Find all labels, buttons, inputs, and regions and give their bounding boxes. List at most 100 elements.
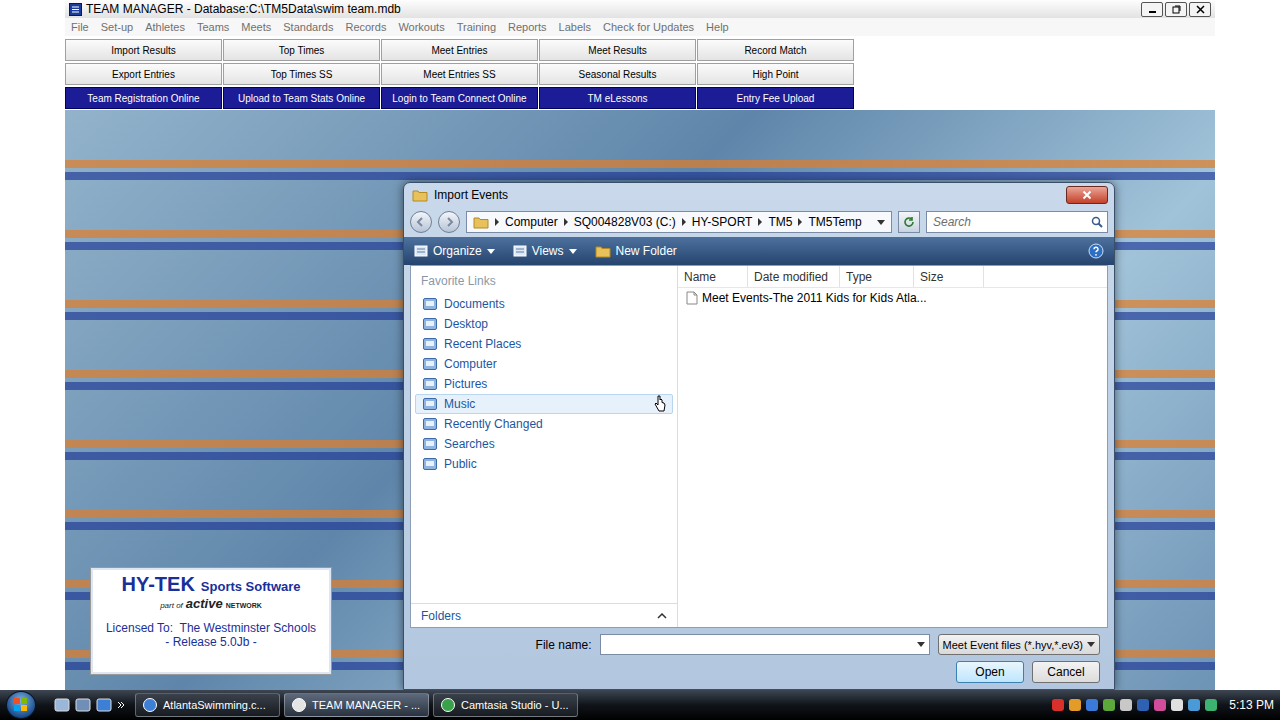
menu-item[interactable]: Workouts bbox=[398, 21, 444, 33]
favorite-link[interactable]: Public bbox=[415, 454, 673, 474]
quick-button[interactable]: Meet Entries bbox=[381, 39, 538, 61]
menu-item[interactable]: Help bbox=[706, 21, 729, 33]
dialog-button[interactable]: Open bbox=[956, 661, 1024, 683]
task-button[interactable]: TEAM MANAGER - ... bbox=[284, 693, 429, 717]
favorite-link[interactable]: Documents bbox=[415, 294, 673, 314]
dialog-footer: File name:Meet Event files (*.hyv,*.ev3)… bbox=[404, 628, 1114, 689]
menu-item[interactable]: File bbox=[71, 21, 89, 33]
help-button[interactable] bbox=[1088, 243, 1104, 259]
chevron-right-icon bbox=[563, 218, 569, 226]
search-box bbox=[926, 211, 1108, 233]
breadcrumb-item[interactable]: Computer bbox=[505, 215, 558, 229]
tray-icon[interactable] bbox=[1170, 698, 1184, 712]
logo-network-name: active bbox=[186, 596, 223, 611]
breadcrumb-item[interactable]: TM5Temp bbox=[808, 215, 861, 229]
column-header[interactable]: Date modified bbox=[748, 266, 840, 287]
quick-button[interactable]: Record Match bbox=[697, 39, 854, 61]
quick-button[interactable]: Entry Fee Upload bbox=[697, 87, 854, 109]
chevron-right-icon bbox=[494, 218, 500, 226]
favorite-link[interactable]: Searches bbox=[415, 434, 673, 454]
link-icon bbox=[422, 337, 438, 351]
windows-logo-icon bbox=[14, 698, 28, 712]
quick-button[interactable]: Seasonal Results bbox=[539, 63, 696, 85]
menu-item[interactable]: Meets bbox=[241, 21, 271, 33]
quick-button[interactable]: Login to Team Connect Online bbox=[381, 87, 538, 109]
minimize-button[interactable] bbox=[1141, 2, 1163, 17]
breadcrumb[interactable]: Computer SQ004828V03 (C:) HY-SPORT TM5 TM5Te… bbox=[466, 211, 892, 233]
more-chevron-icon[interactable] bbox=[117, 701, 125, 709]
menu-item[interactable]: Standards bbox=[283, 21, 333, 33]
close-button[interactable] bbox=[1189, 2, 1211, 17]
start-button[interactable] bbox=[6, 691, 36, 719]
tray-icon[interactable] bbox=[1068, 698, 1082, 712]
task-button[interactable]: Camtasia Studio - U... bbox=[433, 693, 578, 717]
tray-icon[interactable] bbox=[1085, 698, 1099, 712]
dialog-close-button[interactable] bbox=[1066, 186, 1108, 204]
tray-icon[interactable] bbox=[1051, 698, 1065, 712]
search-icon bbox=[1091, 216, 1103, 228]
quick-button[interactable]: Meet Entries SS bbox=[381, 63, 538, 85]
quick-button[interactable]: Export Entries bbox=[65, 63, 222, 85]
menu-item[interactable]: Teams bbox=[197, 21, 229, 33]
quick-button[interactable]: Top Times SS bbox=[223, 63, 380, 85]
task-icon bbox=[142, 697, 158, 713]
favorite-label: Recent Places bbox=[444, 337, 521, 351]
menu-item[interactable]: Athletes bbox=[145, 21, 185, 33]
menu-item[interactable]: Set-up bbox=[101, 21, 133, 33]
favorite-link[interactable]: Desktop bbox=[415, 314, 673, 334]
search-input[interactable] bbox=[931, 214, 1091, 230]
tray-icon[interactable] bbox=[1204, 698, 1218, 712]
column-header[interactable]: Size bbox=[914, 266, 984, 287]
toolbar-icon bbox=[513, 245, 527, 257]
quick-button[interactable]: Upload to Team Stats Online bbox=[223, 87, 380, 109]
favorite-link[interactable]: Computer bbox=[415, 354, 673, 374]
maximize-button[interactable] bbox=[1165, 2, 1187, 17]
favorite-link[interactable]: Recent Places bbox=[415, 334, 673, 354]
title-bar: TEAM MANAGER - Database:C:\TM5Data\swim … bbox=[65, 0, 1215, 18]
task-button[interactable]: AtlantaSwimming.c... bbox=[135, 693, 280, 717]
task-label: AtlantaSwimming.c... bbox=[163, 699, 266, 711]
file-name-input[interactable] bbox=[601, 635, 913, 654]
favorite-link[interactable]: Recently Changed bbox=[415, 414, 673, 434]
clock[interactable]: 5:13 PM bbox=[1229, 698, 1274, 712]
quick-button[interactable]: High Point bbox=[697, 63, 854, 85]
breadcrumb-item[interactable]: TM5 bbox=[768, 215, 792, 229]
favorite-link[interactable]: Music bbox=[415, 394, 673, 414]
quick-button[interactable]: Import Results bbox=[65, 39, 222, 61]
column-header[interactable]: Name bbox=[678, 266, 748, 287]
tray-icon[interactable] bbox=[1119, 698, 1133, 712]
quick-launch-icon[interactable] bbox=[75, 697, 91, 713]
tray-icon[interactable] bbox=[1153, 698, 1167, 712]
refresh-button[interactable] bbox=[898, 211, 920, 233]
back-button[interactable] bbox=[410, 211, 432, 233]
breadcrumb-item[interactable]: SQ004828V03 (C:) bbox=[574, 215, 676, 229]
breadcrumb-item[interactable]: HY-SPORT bbox=[692, 215, 753, 229]
file-row[interactable]: Meet Events-The 2011 Kids for Kids Atla.… bbox=[678, 288, 1107, 308]
tray-icon[interactable] bbox=[1187, 698, 1201, 712]
quick-launch-icon[interactable] bbox=[54, 697, 70, 713]
mouse-cursor-icon bbox=[654, 395, 666, 413]
menu-item[interactable]: Training bbox=[457, 21, 496, 33]
favorite-link[interactable]: Pictures bbox=[415, 374, 673, 394]
menu-item[interactable]: Reports bbox=[508, 21, 547, 33]
menu-item[interactable]: Labels bbox=[559, 21, 591, 33]
column-header[interactable]: Type bbox=[840, 266, 914, 287]
toolbar-button[interactable]: Views bbox=[513, 244, 577, 258]
quick-launch-icon[interactable] bbox=[96, 697, 112, 713]
quick-button[interactable]: Top Times bbox=[223, 39, 380, 61]
toolbar-button[interactable]: Organize bbox=[414, 244, 495, 258]
toolbar-button[interactable]: New Folder bbox=[595, 244, 677, 258]
quick-button[interactable]: Team Registration Online bbox=[65, 87, 222, 109]
quick-button[interactable]: TM eLessons bbox=[539, 87, 696, 109]
menu-item[interactable]: Records bbox=[345, 21, 386, 33]
menu-item[interactable]: Check for Updates bbox=[603, 21, 694, 33]
favorite-label: Searches bbox=[444, 437, 495, 451]
tray-icon[interactable] bbox=[1136, 698, 1150, 712]
file-name-dropdown[interactable] bbox=[913, 635, 929, 654]
dialog-button[interactable]: Cancel bbox=[1032, 661, 1100, 683]
quick-button[interactable]: Meet Results bbox=[539, 39, 696, 61]
folders-toggle[interactable]: Folders bbox=[411, 603, 677, 627]
tray-icon[interactable] bbox=[1102, 698, 1116, 712]
file-type-select[interactable]: Meet Event files (*.hyv,*.ev3) bbox=[938, 634, 1100, 655]
forward-button[interactable] bbox=[438, 211, 460, 233]
